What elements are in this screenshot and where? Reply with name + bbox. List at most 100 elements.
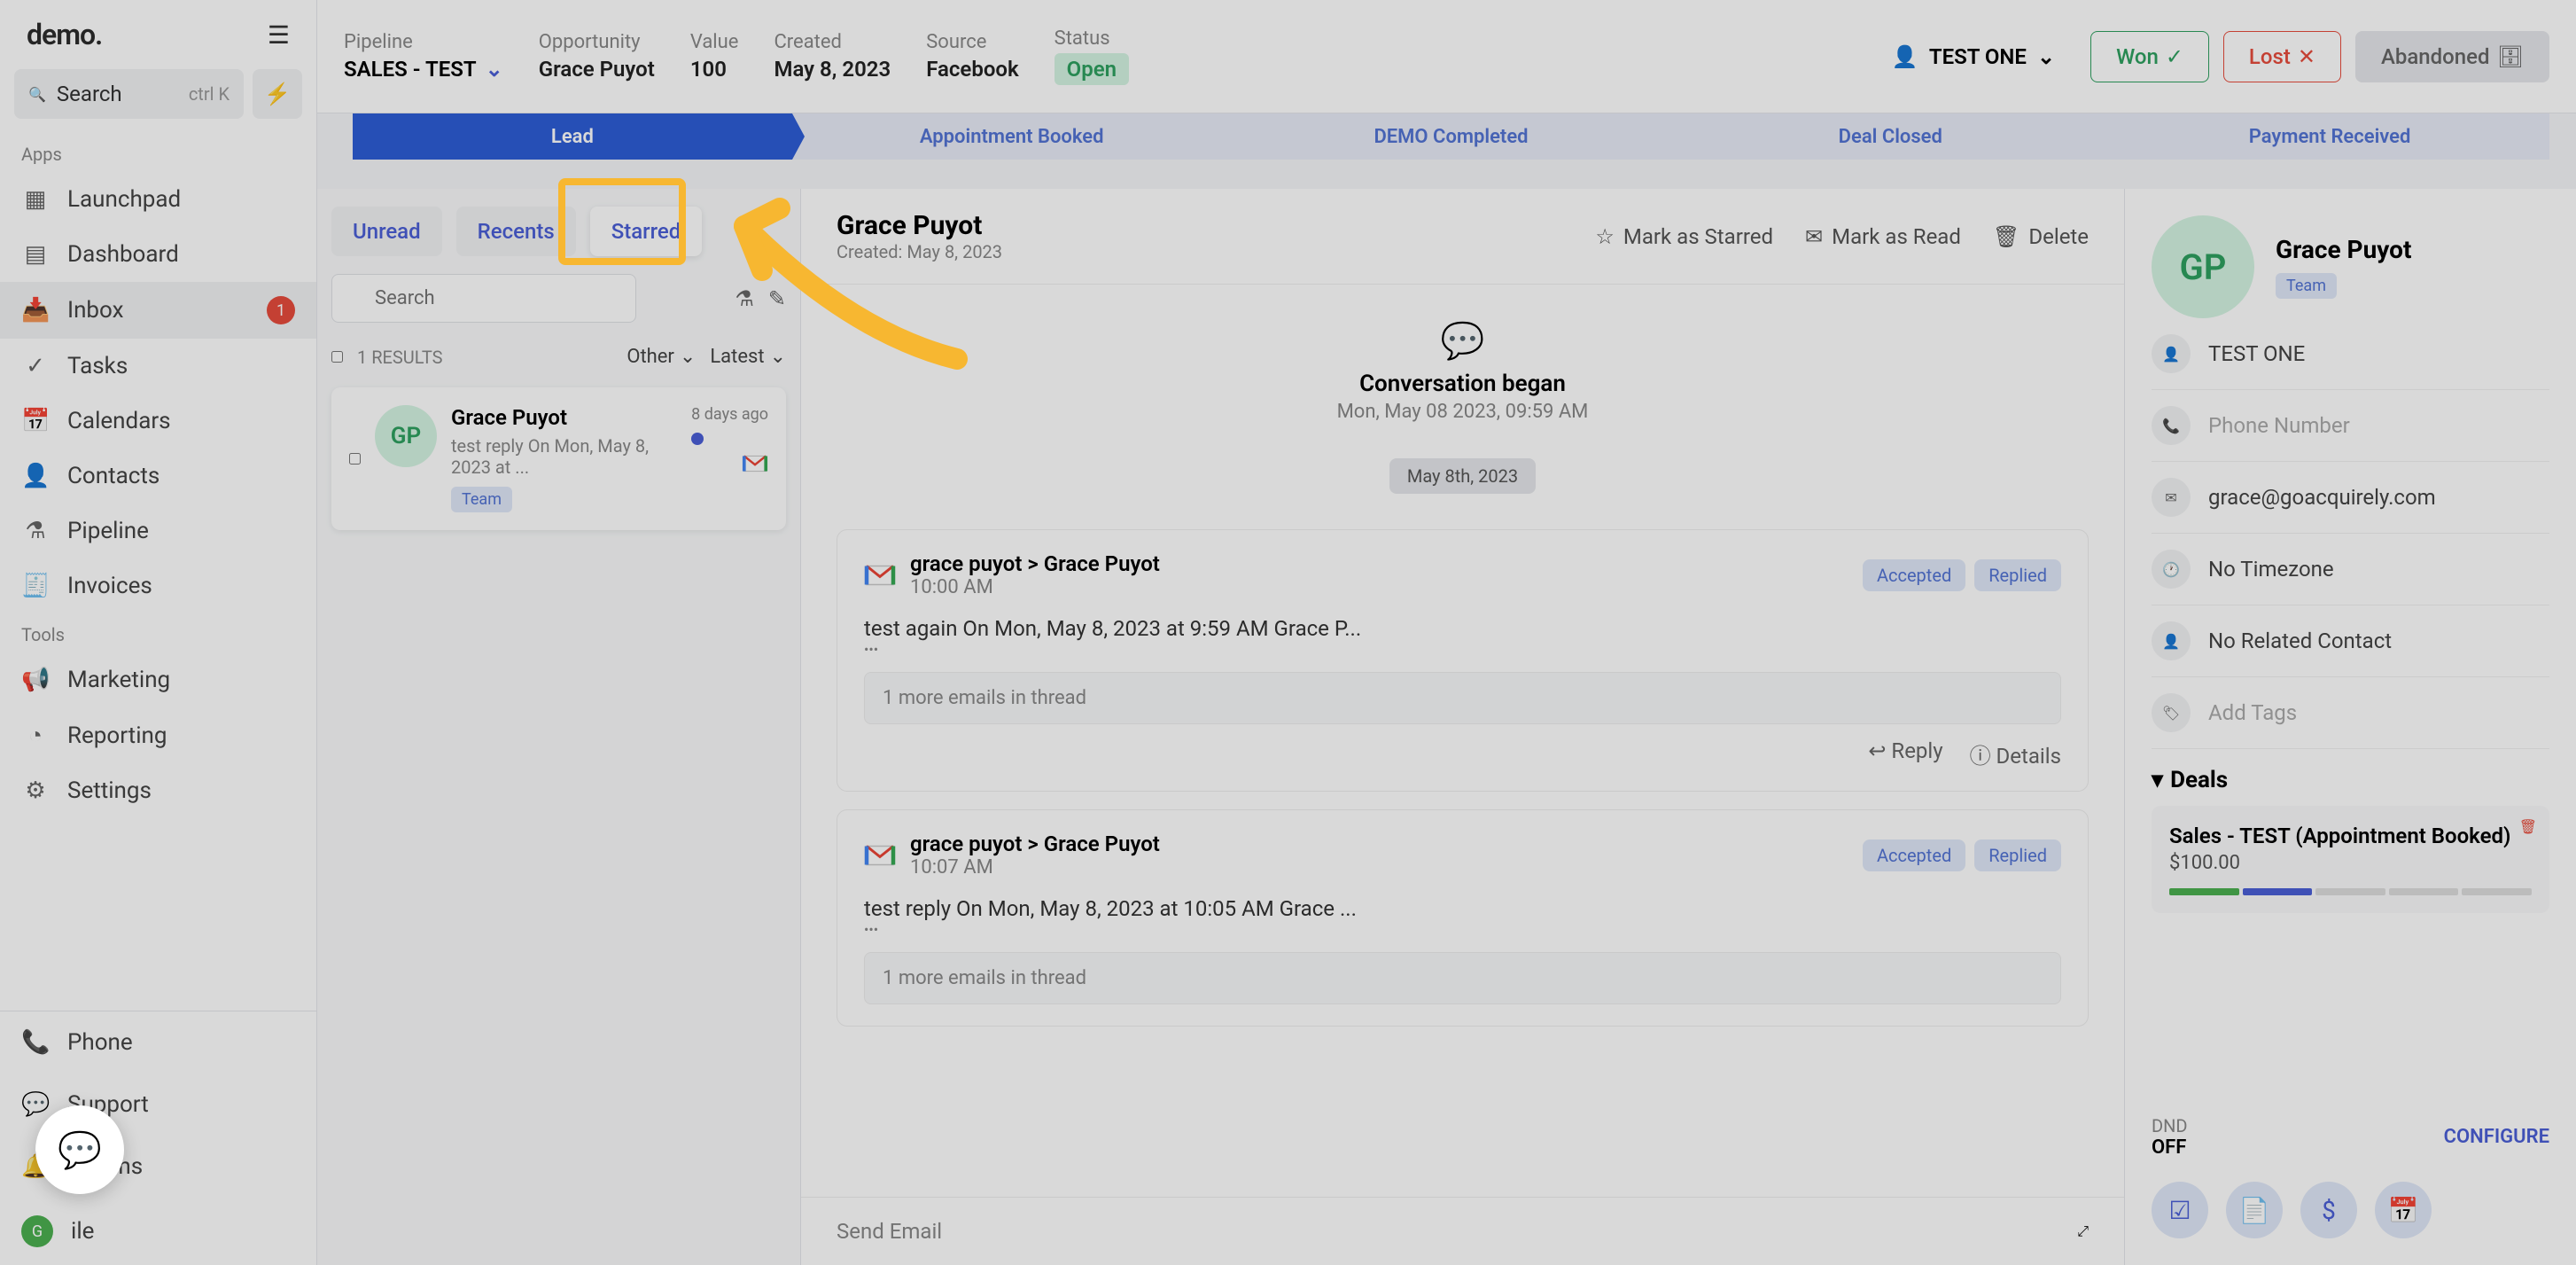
email-card: grace puyot > Grace Puyot 10:00 AM Accep… [837, 529, 2089, 792]
star-icon: ☆ [1595, 224, 1615, 249]
tab-recents[interactable]: Recents [456, 207, 576, 256]
stage-appointment[interactable]: Appointment Booked [792, 113, 1232, 160]
nav-dashboard[interactable]: ▤Dashboard [0, 227, 316, 282]
deals-toggle[interactable]: ▾Deals [2152, 767, 2549, 793]
owner-selector[interactable]: 👤TEST ONE⌄ [1892, 44, 2055, 69]
marketing-icon: 📢 [21, 667, 50, 693]
ellipsis[interactable]: ••• [864, 641, 2061, 658]
avatar-icon: G [21, 1215, 53, 1247]
other-dropdown[interactable]: Other ⌄ [626, 346, 696, 368]
envelope-icon: ✉ [1805, 224, 1823, 249]
accepted-tag: Accepted [1863, 559, 1965, 591]
compose-icon[interactable]: ✎ [768, 286, 786, 311]
invoices-icon: 🧾 [21, 573, 50, 599]
won-button[interactable]: Won✓ [2090, 31, 2209, 82]
check-icon: ✓ [2166, 44, 2183, 69]
calendar-icon: 📅 [21, 408, 50, 434]
select-all-checkbox[interactable] [331, 351, 343, 363]
mark-read-button[interactable]: ✉Mark as Read [1805, 224, 1961, 249]
nav-label: Phone [67, 1029, 295, 1056]
tab-starred[interactable]: Starred [590, 207, 703, 256]
contact-panel: GP Grace Puyot Team 👤TEST ONE 📞Phone Num… [2124, 189, 2576, 1265]
send-email-input[interactable]: Send Email [837, 1219, 2077, 1244]
nav-reporting[interactable]: ◔Reporting [0, 707, 316, 763]
money-icon[interactable]: $ [2300, 1182, 2357, 1238]
stage-payment[interactable]: Payment Received [2110, 113, 2549, 160]
nav-label: Marketing [67, 667, 295, 693]
lost-button[interactable]: Lost✕ [2223, 31, 2341, 82]
configure-button[interactable]: CONFIGURE [2444, 1126, 2549, 1148]
nav-calendars[interactable]: 📅 Calendars [0, 394, 316, 449]
phone-value[interactable]: Phone Number [2208, 413, 2350, 438]
stage-demo[interactable]: DEMO Completed [1232, 113, 1671, 160]
hamburger-icon[interactable]: ☰ [268, 20, 290, 50]
expand-icon[interactable]: ⤢ [2077, 1222, 2089, 1240]
nav-pipeline[interactable]: ⚗Pipeline [0, 504, 316, 558]
card-time: 8 days ago [691, 405, 768, 424]
pipeline-selector[interactable]: SALES - TEST ⌄ [344, 57, 503, 82]
deal-card[interactable]: Sales - TEST (Appointment Booked) $100.0… [2152, 806, 2549, 913]
value-value: 100 [690, 57, 739, 82]
deal-amount: $100.00 [2169, 852, 2532, 874]
tasks-icon: ✓ [21, 353, 50, 379]
reply-button[interactable]: ↩ Reply [1868, 738, 1942, 769]
stage-closed[interactable]: Deal Closed [1670, 113, 2110, 160]
nav-marketing[interactable]: 📢 Marketing [0, 652, 316, 707]
abandoned-button[interactable]: Abandoned🗄 [2355, 31, 2549, 82]
began-timestamp: Mon, May 08 2023, 09:59 AM [837, 401, 2089, 423]
inbox-search-input[interactable] [331, 274, 636, 323]
filter-icon[interactable]: ⚗ [735, 286, 754, 311]
nav-label: Invoices [67, 573, 295, 599]
conversation-card[interactable]: GP Grace Puyot test reply On Mon, May 8,… [331, 387, 786, 530]
card-checkbox[interactable] [349, 405, 361, 512]
nav-invoices[interactable]: 🧾 Invoices [0, 558, 316, 613]
global-search[interactable]: 🔍 Search ctrl K [14, 69, 244, 119]
replied-tag: Replied [1974, 839, 2061, 871]
nav-tasks[interactable]: ✓Tasks [0, 339, 316, 394]
tab-unread[interactable]: Unread [331, 207, 442, 256]
quick-action-button[interactable]: ⚡ [253, 69, 302, 119]
tags-input[interactable]: Add Tags [2208, 700, 2297, 725]
inbox-icon: 📥 [21, 297, 50, 324]
source-value: Facebook [926, 57, 1018, 82]
stage-lead[interactable]: Lead [353, 113, 792, 160]
user-icon: 👤 [1892, 44, 1918, 69]
team-tag: Team [451, 487, 512, 512]
kbd-shortcut: ctrl K [189, 83, 230, 105]
delete-button[interactable]: 🗑Delete [1993, 224, 2089, 249]
mail-icon: ✉ [2152, 478, 2191, 517]
contact-name: Grace Puyot [2276, 235, 2411, 264]
person-icon: 👤 [2152, 621, 2191, 660]
more-emails[interactable]: 1 more emails in thread [864, 952, 2061, 1004]
calendar-icon[interactable]: 📅 [2375, 1182, 2432, 1238]
contacts-icon: 👤 [21, 463, 50, 489]
dnd-value: OFF [2152, 1136, 2188, 1159]
nav-launchpad[interactable]: ▦Launchpad [0, 172, 316, 227]
ellipsis[interactable]: ••• [864, 921, 2061, 938]
dnd-label: DND [2152, 1115, 2188, 1136]
card-name: Grace Puyot [451, 405, 677, 430]
chat-widget[interactable]: 💬 [35, 1105, 124, 1194]
pipeline-icon: ⚗ [21, 518, 50, 544]
mark-starred-button[interactable]: ☆Mark as Starred [1595, 224, 1773, 249]
document-icon[interactable]: 📄 [2226, 1182, 2283, 1238]
email-value[interactable]: grace@goacquirely.com [2208, 485, 2436, 510]
footer-phone[interactable]: 📞 Phone [0, 1011, 316, 1074]
pipeline-label: Pipeline [344, 31, 503, 53]
nav-inbox[interactable]: 📥 Inbox 1 [0, 282, 316, 339]
footer-profile[interactable]: Gile [0, 1198, 316, 1265]
date-chip: May 8th, 2023 [1389, 458, 1536, 494]
inbox-badge: 1 [267, 296, 295, 324]
more-emails[interactable]: 1 more emails in thread [864, 672, 2061, 724]
nav-settings[interactable]: ⚙Settings [0, 763, 316, 818]
close-icon: ✕ [2298, 44, 2315, 69]
trash-icon[interactable]: 🗑 [2519, 818, 2537, 835]
details-button[interactable]: ⓘ Details [1970, 738, 2061, 769]
phone-icon: 📞 [21, 1029, 50, 1056]
latest-dropdown[interactable]: Latest ⌄ [710, 346, 786, 368]
checklist-icon[interactable]: ☑ [2152, 1182, 2208, 1238]
tag-icon: 🏷 [2152, 693, 2191, 732]
nav-label: Inbox [67, 297, 249, 324]
nav-contacts[interactable]: 👤Contacts [0, 449, 316, 504]
nav-label: Calendars [67, 408, 295, 434]
